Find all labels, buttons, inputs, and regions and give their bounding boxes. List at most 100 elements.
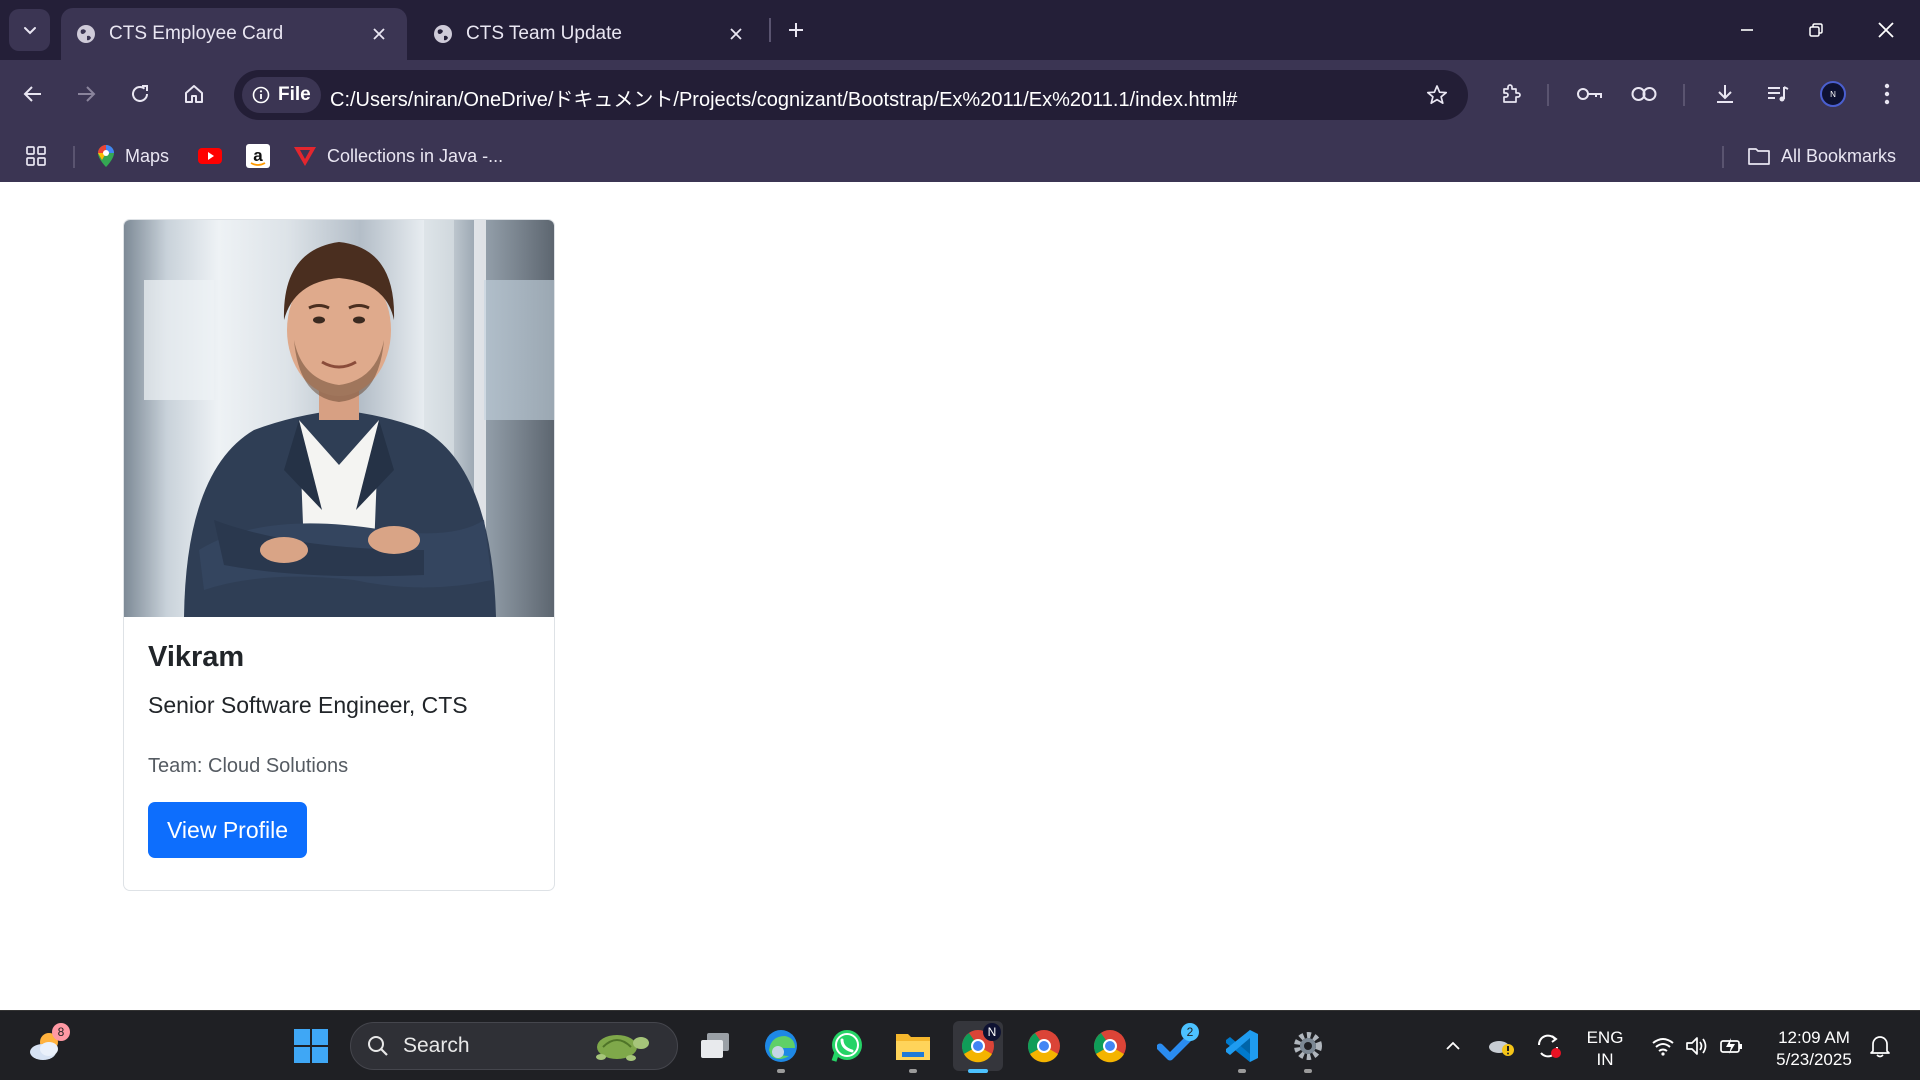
card-body: Vikram Senior Software Engineer, CTS Tea… (124, 617, 554, 882)
bookmark-collections-in-java[interactable]: Collections in Java -... (293, 140, 503, 172)
youtube-icon (198, 148, 222, 164)
tab-cts-team-update[interactable]: CTS Team Update (418, 8, 764, 60)
vscode-icon (1226, 1030, 1258, 1062)
tab-search-button[interactable] (9, 9, 50, 51)
chrome-icon (1093, 1030, 1126, 1063)
all-bookmarks-button[interactable]: All Bookmarks (1747, 140, 1896, 172)
close-tab-icon[interactable] (722, 20, 750, 48)
taskbar-search-box[interactable]: Search (350, 1022, 678, 1070)
apps-grid-icon (26, 146, 46, 166)
widgets-button[interactable]: 8 (22, 1021, 72, 1071)
gear-icon (1294, 1032, 1322, 1060)
language-indicator[interactable]: ENG IN (1582, 1027, 1628, 1071)
speaker-icon (1686, 1037, 1707, 1055)
toolbar-divider (1683, 84, 1685, 106)
more-vertical-icon (1884, 83, 1890, 105)
tutorial-site-icon (294, 147, 316, 166)
media-controls-button[interactable] (1758, 74, 1798, 114)
back-button[interactable] (13, 74, 53, 114)
edge-icon (765, 1030, 797, 1062)
info-icon (252, 86, 270, 104)
browser-menu-button[interactable] (1867, 74, 1907, 114)
amazon-icon: a (246, 144, 270, 168)
search-placeholder: Search (403, 1034, 470, 1057)
site-info-chip[interactable]: File (242, 77, 321, 113)
taskbar-whatsapp[interactable] (822, 1021, 872, 1071)
view-profile-button[interactable]: View Profile (148, 802, 308, 858)
show-hidden-icons-button[interactable] (1438, 1031, 1468, 1061)
globe-icon (77, 25, 95, 43)
clock[interactable]: 12:09 AM 5/23/2025 (1766, 1027, 1862, 1071)
downloads-button[interactable] (1705, 74, 1745, 114)
url-text[interactable]: C:/Users/niran/OneDrive/ドキュメント/Projects/… (330, 83, 1237, 112)
running-indicator (1238, 1069, 1246, 1073)
link-button[interactable] (1624, 74, 1664, 114)
sync-tray-button[interactable] (1534, 1031, 1564, 1061)
clock-date: 5/23/2025 (1776, 1050, 1852, 1069)
clock-time: 12:09 AM (1778, 1028, 1850, 1047)
tab-cts-employee-card[interactable]: CTS Employee Card (61, 8, 407, 60)
folder-icon (896, 1034, 930, 1060)
taskbar-vscode[interactable] (1217, 1021, 1267, 1073)
onedrive-tray-button[interactable] (1486, 1031, 1516, 1061)
bookmark-maps[interactable]: Maps (97, 140, 169, 172)
bookmark-star-button[interactable] (1422, 80, 1452, 110)
taskbar-file-explorer[interactable] (888, 1021, 938, 1073)
chrome-icon (1027, 1030, 1060, 1063)
plus-icon (789, 23, 803, 37)
onedrive-warning-icon (1489, 1041, 1514, 1056)
notifications-button[interactable] (1865, 1031, 1895, 1061)
bookmark-youtube[interactable] (198, 140, 232, 172)
taskbar-settings[interactable] (1283, 1021, 1333, 1073)
chevron-down-icon (23, 27, 36, 35)
battery-status[interactable] (1717, 1031, 1747, 1061)
toolbar-divider (1547, 84, 1549, 106)
taskbar-edge[interactable] (756, 1021, 806, 1073)
address-bar[interactable]: File C:/Users/niran/OneDrive/ドキュメント/Proj… (234, 70, 1468, 120)
extensions-button[interactable] (1491, 74, 1531, 114)
new-tab-button[interactable] (778, 12, 814, 48)
home-icon (185, 85, 203, 103)
search-highlight-turtle-icon (596, 1035, 649, 1061)
taskbar-chrome-profile-2[interactable] (1019, 1021, 1069, 1071)
profile-button[interactable]: N (1813, 74, 1853, 114)
all-bookmarks-label: All Bookmarks (1781, 145, 1897, 166)
key-icon (1577, 88, 1602, 100)
widgets-badge: 8 (52, 1023, 70, 1041)
start-button[interactable] (286, 1021, 336, 1071)
close-icon (1878, 22, 1894, 38)
close-window-button[interactable] (1863, 8, 1909, 52)
bookmark-amazon[interactable]: a (246, 140, 280, 172)
minimize-button[interactable] (1724, 8, 1770, 52)
reload-icon (132, 85, 148, 102)
running-indicator (777, 1069, 785, 1073)
taskbar-chrome-profile-3[interactable] (1085, 1021, 1135, 1071)
apps-button[interactable] (25, 140, 57, 172)
reload-button[interactable] (120, 74, 160, 114)
star-icon (1426, 85, 1448, 105)
notification-bell-icon (1870, 1036, 1890, 1058)
running-indicator (1304, 1069, 1312, 1073)
windows-taskbar: 8 Search N 2 ENG IN 12:09 AM 5/23/2025 (0, 1010, 1920, 1080)
active-indicator (968, 1069, 988, 1073)
bookmarks-bar: Maps a Collections in Java -... All Book… (0, 130, 1920, 182)
taskbar-todo[interactable]: 2 (1151, 1021, 1201, 1071)
maps-icon (98, 145, 114, 167)
tab-strip: CTS Employee Card CTS Team Update (0, 0, 1920, 60)
task-view-button[interactable] (690, 1021, 740, 1071)
volume-status[interactable] (1682, 1031, 1712, 1061)
wifi-status[interactable] (1648, 1031, 1678, 1061)
password-manager-button[interactable] (1570, 74, 1610, 114)
page-viewport: Vikram Senior Software Engineer, CTS Tea… (0, 182, 1920, 1010)
employee-portrait-illustration (144, 220, 554, 617)
home-button[interactable] (174, 74, 214, 114)
restore-button[interactable] (1793, 8, 1839, 52)
language-code: ENG (1586, 1028, 1624, 1047)
windows-logo-icon (294, 1029, 328, 1063)
close-tab-icon[interactable] (365, 20, 393, 48)
sync-alert-icon (1537, 1034, 1561, 1058)
forward-button[interactable] (66, 74, 106, 114)
battery-charging-icon (1720, 1038, 1742, 1054)
taskbar-chrome-profile-1[interactable]: N (953, 1021, 1003, 1073)
tab-title: CTS Employee Card (109, 23, 284, 44)
